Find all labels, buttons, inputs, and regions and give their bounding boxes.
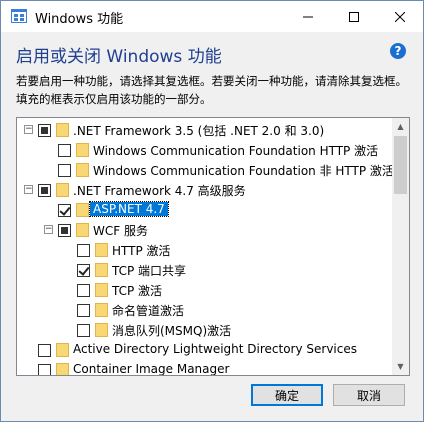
title-bar[interactable]: Windows 功能 [1, 1, 423, 32]
feature-checkbox[interactable] [77, 284, 90, 297]
minimize-icon [303, 16, 313, 17]
tree-item[interactable]: 命名管道激活 [17, 300, 389, 320]
folder-icon [95, 303, 108, 317]
windows-features-dialog: Windows 功能 启用或关闭 Windows 功能 ? 若要启用一种功能，请… [0, 0, 424, 422]
folder-icon [95, 243, 108, 257]
feature-checkbox[interactable] [38, 124, 51, 137]
folder-icon [76, 203, 89, 217]
help-icon[interactable]: ? [390, 43, 406, 59]
feature-checkbox[interactable] [77, 324, 90, 337]
windows-features-icon [11, 9, 27, 23]
collapse-icon[interactable]: − [44, 225, 53, 234]
tree-item[interactable]: − .NET Framework 4.7 高级服务 [17, 180, 389, 200]
tree-item[interactable]: Windows Communication Foundation 非 HTTP … [17, 160, 394, 180]
tree-item-label: .NET Framework 3.5 (包括 .NET 2.0 和 3.0) [73, 124, 325, 138]
page-title: 启用或关闭 Windows 功能 [16, 47, 222, 67]
tree-item[interactable]: Windows Communication Foundation HTTP 激活 [17, 140, 389, 160]
tree-item-label: Container Image Manager [73, 362, 230, 376]
tree-item[interactable]: TCP 激活 [17, 280, 389, 300]
folder-icon [56, 183, 69, 197]
description-text: 若要启用一种功能，请选择其复选框。若要关闭一种功能，请清除其复选框。填充的框表示… [16, 74, 407, 106]
collapse-icon[interactable]: − [24, 125, 33, 134]
tree-item[interactable]: HTTP 激活 [17, 240, 389, 260]
vertical-scrollbar[interactable]: ▲ ▼ [392, 118, 409, 375]
scrollbar-thumb[interactable] [394, 136, 407, 194]
tree-item[interactable]: − .NET Framework 3.5 (包括 .NET 2.0 和 3.0) [17, 120, 389, 140]
folder-icon [56, 363, 69, 375]
scroll-up-icon[interactable]: ▲ [392, 118, 409, 135]
feature-checkbox[interactable] [58, 144, 71, 157]
folder-icon [56, 343, 69, 357]
tree-item-label: TCP 端口共享 [112, 264, 187, 278]
tree-item[interactable]: − WCF 服务 [17, 220, 389, 240]
folder-icon [76, 223, 89, 237]
window-title: Windows 功能 [35, 12, 124, 27]
tree-item[interactable]: Container Image Manager [17, 360, 389, 376]
tree-item-label: ASP.NET 4.7 [89, 201, 169, 217]
feature-checkbox[interactable] [58, 224, 71, 237]
feature-checkbox[interactable] [77, 244, 90, 257]
tree-item-label: 消息队列(MSMQ)激活 [112, 324, 232, 338]
tree-item-label: .NET Framework 4.7 高级服务 [73, 184, 246, 198]
tree-item-label: 命名管道激活 [112, 304, 185, 318]
feature-checkbox[interactable] [38, 184, 51, 197]
folder-icon [95, 283, 108, 297]
features-tree[interactable]: − .NET Framework 3.5 (包括 .NET 2.0 和 3.0)… [16, 117, 410, 376]
feature-checkbox[interactable] [58, 204, 71, 217]
collapse-icon[interactable]: − [24, 185, 33, 194]
feature-checkbox[interactable] [77, 304, 90, 317]
cancel-button[interactable]: 取消 [333, 384, 405, 406]
tree-item-label: Windows Communication Foundation HTTP 激活 [93, 144, 379, 158]
tree-item[interactable]: ASP.NET 4.7 [17, 200, 389, 220]
tree-item[interactable]: 消息队列(MSMQ)激活 [17, 320, 389, 340]
tree-item[interactable]: Active Directory Lightweight Directory S… [17, 340, 389, 360]
folder-icon [95, 263, 108, 277]
scroll-down-icon[interactable]: ▼ [392, 358, 409, 375]
feature-checkbox[interactable] [77, 264, 90, 277]
folder-icon [56, 123, 69, 137]
folder-icon [95, 323, 108, 337]
tree-item-label: WCF 服务 [93, 224, 148, 238]
folder-icon [76, 143, 89, 157]
ok-button[interactable]: 确定 [251, 384, 323, 406]
feature-checkbox[interactable] [38, 344, 51, 357]
close-icon [395, 11, 405, 22]
feature-checkbox[interactable] [38, 364, 51, 375]
tree-item-label: TCP 激活 [112, 284, 163, 298]
maximize-icon [349, 11, 359, 22]
feature-checkbox[interactable] [58, 164, 71, 177]
folder-icon [76, 163, 89, 177]
tree-item-label: Windows Communication Foundation 非 HTTP … [93, 164, 394, 178]
tree-item-label: HTTP 激活 [112, 244, 171, 258]
close-button[interactable] [377, 1, 423, 32]
maximize-button[interactable] [331, 1, 377, 32]
tree-item[interactable]: TCP 端口共享 [17, 260, 389, 280]
minimize-button[interactable] [285, 1, 331, 32]
tree-item-label: Active Directory Lightweight Directory S… [73, 342, 357, 356]
